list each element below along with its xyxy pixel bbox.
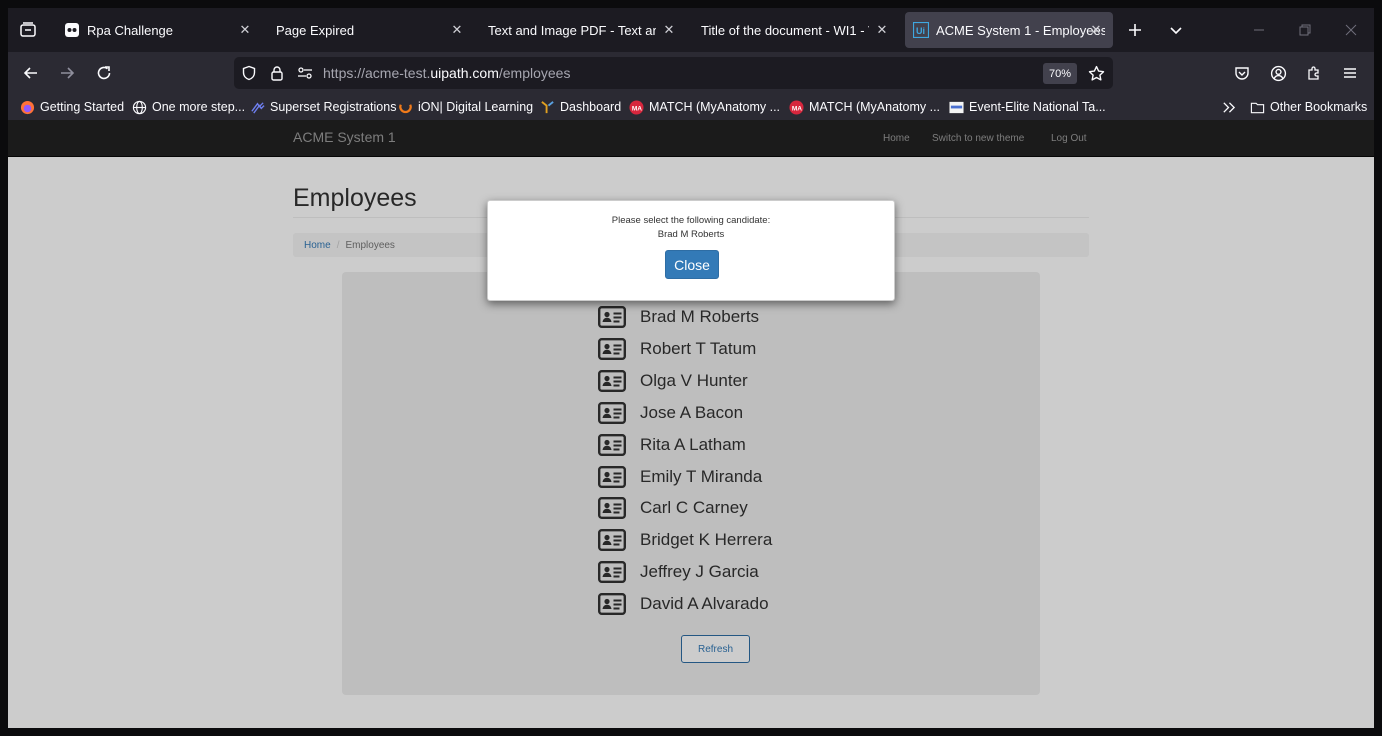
navigation-toolbar: https://acme-test.uipath.com/employees 7… — [8, 52, 1374, 94]
menu-button[interactable] — [1335, 59, 1365, 87]
bookmark-label: iON| Digital Learning — [418, 100, 534, 114]
tab-rpa-challenge[interactable]: Rpa Challenge ✕ — [56, 12, 262, 48]
close-window-button[interactable] — [1339, 18, 1363, 42]
shield-icon[interactable] — [240, 64, 258, 82]
bookmark-label: MATCH (MyAnatomy ... — [809, 100, 941, 114]
tab-title: ACME System 1 - Employees — [936, 22, 1105, 38]
bookmark-match-1[interactable]: MA MATCH (MyAnatomy ... — [629, 98, 780, 116]
list-tabs-button[interactable] — [1162, 16, 1190, 44]
permissions-icon[interactable] — [296, 64, 314, 82]
other-bookmarks[interactable]: Other Bookmarks — [1250, 98, 1367, 116]
bookmark-ion[interactable]: iON| Digital Learning — [398, 98, 533, 116]
svg-text:Ui: Ui — [916, 26, 925, 36]
url-text[interactable]: https://acme-test.uipath.com/employees — [323, 65, 570, 81]
close-tab-icon[interactable]: ✕ — [448, 21, 466, 39]
minimize-icon — [1254, 29, 1264, 31]
bookmark-dashboard[interactable]: Dashboard — [540, 98, 621, 116]
match-icon: MA — [789, 99, 804, 115]
browser-window: Rpa Challenge ✕ Page Expired ✕ Text and … — [8, 8, 1374, 728]
url-host: uipath.com — [430, 65, 499, 81]
forward-button[interactable] — [52, 59, 82, 87]
chevron-down-icon — [1170, 27, 1182, 35]
bookmark-match-2[interactable]: MA MATCH (MyAnatomy ... — [789, 98, 940, 116]
folder-icon — [1250, 100, 1265, 115]
close-icon — [1345, 24, 1357, 36]
tab-acme-employees[interactable]: Ui ACME System 1 - Employees ✕ — [905, 12, 1113, 48]
close-tab-icon[interactable]: ✕ — [873, 21, 891, 39]
superset-icon — [250, 100, 265, 115]
globe-icon — [132, 100, 147, 115]
reload-icon — [97, 66, 111, 80]
bookmark-label: Getting Started — [40, 100, 125, 114]
double-chevron-right-icon — [1223, 101, 1236, 113]
tab-page-expired[interactable]: Page Expired ✕ — [268, 12, 474, 48]
plus-icon — [1129, 24, 1141, 36]
bookmarks-overflow-button[interactable] — [1221, 98, 1236, 116]
lock-icon[interactable] — [268, 64, 286, 82]
firefox-icon — [20, 100, 35, 115]
pocket-icon — [1235, 67, 1249, 80]
modal-close-button[interactable]: Close — [665, 250, 719, 279]
new-tab-button[interactable] — [1121, 16, 1149, 44]
tab-title-of-document[interactable]: Title of the document - WI1 - Veri ✕ — [693, 12, 899, 48]
restore-icon — [1299, 24, 1311, 36]
other-bookmarks-label: Other Bookmarks — [1270, 100, 1368, 114]
bookmark-superset[interactable]: Superset Registrations — [250, 98, 396, 116]
zoom-indicator[interactable]: 70% — [1043, 63, 1077, 84]
firefox-view-icon — [20, 22, 36, 37]
account-icon — [1270, 65, 1286, 81]
back-button[interactable] — [16, 59, 46, 87]
bookmark-one-more-step[interactable]: One more step... — [132, 98, 245, 116]
hamburger-icon — [1344, 68, 1356, 78]
pocket-button[interactable] — [1227, 59, 1257, 87]
bookmark-event-elite[interactable]: Event-Elite National Ta... — [949, 98, 1106, 116]
dashboard-icon — [540, 100, 555, 115]
url-prefix: https://acme-test. — [323, 65, 431, 81]
account-button[interactable] — [1263, 59, 1293, 87]
bookmarks-toolbar: Getting Started One more step... Superse… — [8, 94, 1374, 120]
tab-title: Text and Image PDF - Text and Im — [488, 22, 656, 38]
url-path: /employees — [498, 65, 571, 81]
arrow-right-icon — [61, 67, 75, 79]
restore-button[interactable] — [1293, 18, 1317, 42]
bookmark-label: Superset Registrations — [270, 100, 397, 114]
web-page: ACME System 1 Home Switch to new theme L… — [8, 120, 1374, 728]
bookmark-label: Event-Elite National Ta... — [969, 100, 1106, 114]
reload-button[interactable] — [89, 59, 119, 87]
firefox-view-button[interactable] — [14, 16, 42, 44]
close-tab-icon[interactable]: ✕ — [1087, 21, 1105, 39]
tab-title: Page Expired — [276, 22, 355, 38]
robot-icon — [65, 23, 79, 37]
match-icon: MA — [629, 99, 644, 115]
bookmark-label: Dashboard — [560, 100, 622, 114]
bookmark-label: One more step... — [152, 100, 246, 114]
ion-icon — [398, 100, 413, 115]
url-bar[interactable]: https://acme-test.uipath.com/employees 7… — [234, 57, 1113, 89]
extensions-button[interactable] — [1299, 59, 1329, 87]
close-tab-icon[interactable]: ✕ — [236, 21, 254, 39]
bookmark-star-icon[interactable] — [1087, 64, 1105, 82]
event-icon — [949, 100, 964, 115]
puzzle-icon — [1308, 66, 1319, 80]
tab-title: Rpa Challenge — [87, 22, 174, 38]
minimize-button[interactable] — [1247, 18, 1271, 42]
modal-message: Please select the following candidate: — [611, 215, 771, 226]
modal-candidate-name: Brad M Roberts — [657, 229, 725, 240]
close-tab-icon[interactable]: ✕ — [660, 21, 678, 39]
arrow-left-icon — [23, 67, 37, 79]
bookmark-label: MATCH (MyAnatomy ... — [649, 100, 781, 114]
svg-text:MA: MA — [632, 105, 642, 112]
tab-text-and-image-pdf[interactable]: Text and Image PDF - Text and Im ✕ — [480, 12, 686, 48]
tab-title: Title of the document - WI1 - Veri — [701, 22, 869, 38]
candidate-modal: Please select the following candidate: B… — [487, 200, 895, 301]
svg-text:MA: MA — [792, 105, 802, 112]
uipath-icon: Ui — [913, 22, 929, 38]
tab-bar: Rpa Challenge ✕ Page Expired ✕ Text and … — [8, 8, 1374, 52]
bookmark-getting-started[interactable]: Getting Started — [20, 98, 124, 116]
